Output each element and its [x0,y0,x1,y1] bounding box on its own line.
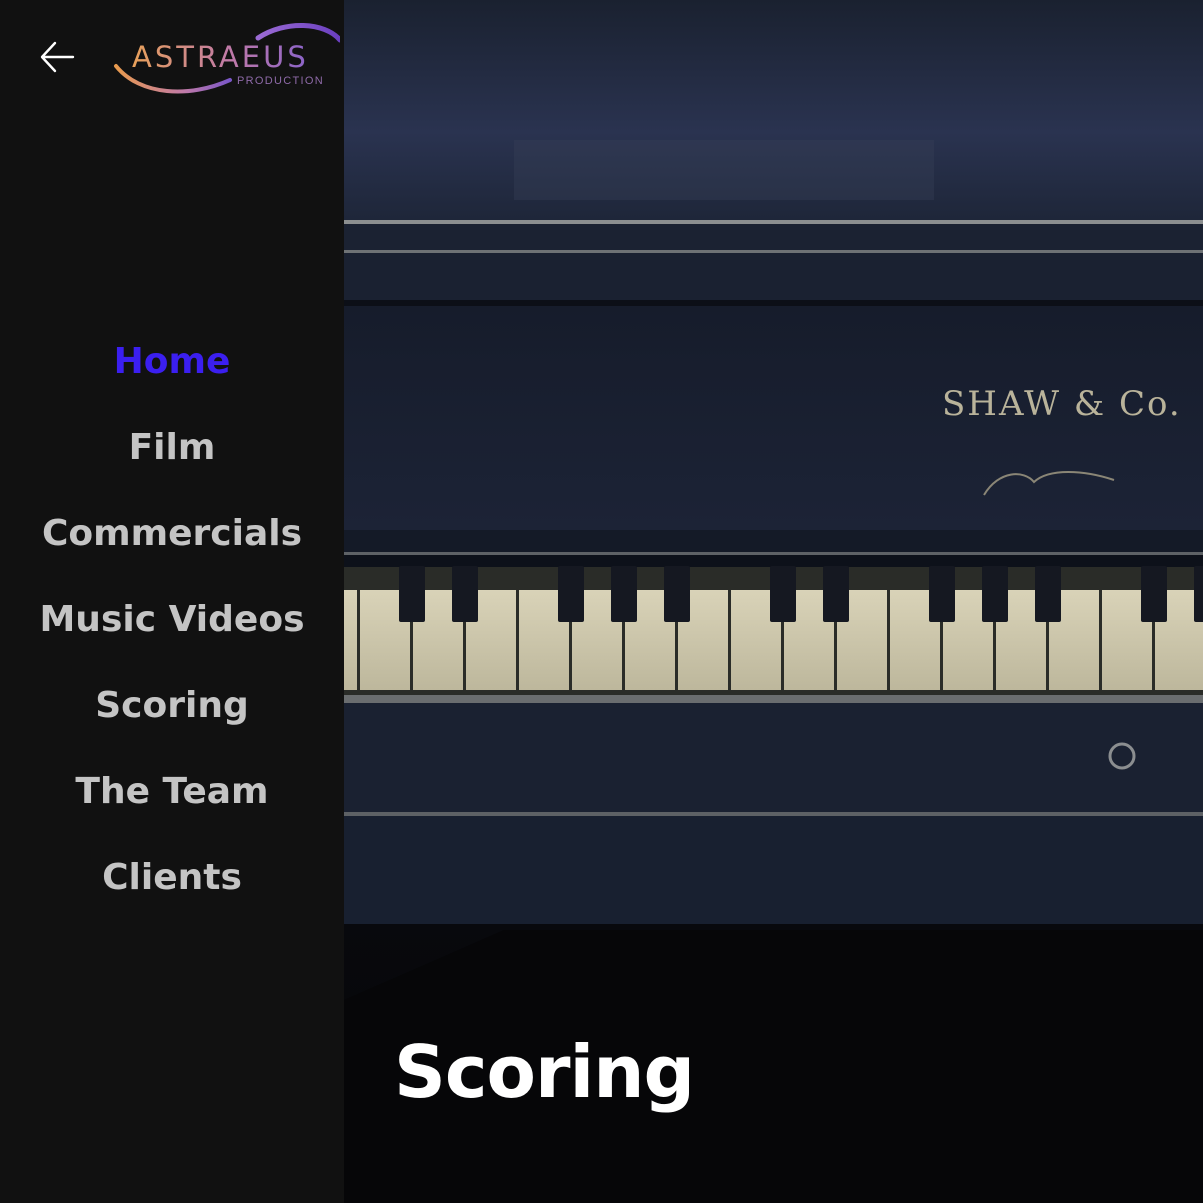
main-nav: Home Film Commercials Music Videos Scori… [0,318,344,920]
nav-item-the-team: The Team [0,748,344,834]
nav-item-music-videos: Music Videos [0,576,344,662]
nav-item-clients: Clients [0,834,344,920]
nav-item-home: Home [0,318,344,404]
nav-link-commercials[interactable]: Commercials [42,513,302,554]
nav-link-scoring[interactable]: Scoring [95,685,249,726]
sidebar: ASTRAEUS PRODUCTION Home Film Commercial… [0,0,344,1203]
hero-section: SHAW & Co. Scoring [344,0,1203,1203]
nav-link-the-team[interactable]: The Team [75,771,268,812]
nav-item-commercials: Commercials [0,490,344,576]
nav-item-scoring: Scoring [0,662,344,748]
nav-link-clients[interactable]: Clients [102,857,242,898]
brand-tagline: PRODUCTION [237,75,324,87]
piano-lower-body [344,695,1203,1203]
brand-logo[interactable]: ASTRAEUS PRODUCTION [110,18,340,98]
nav-link-music-videos[interactable]: Music Videos [39,599,304,640]
nav-link-film[interactable]: Film [129,427,216,468]
hero-title: Scoring [394,1030,695,1114]
nav-item-film: Film [0,404,344,490]
nav-link-home[interactable]: Home [114,341,231,382]
back-button[interactable] [32,32,82,82]
arrow-left-icon [40,41,75,73]
brand-name: ASTRAEUS [132,40,309,74]
